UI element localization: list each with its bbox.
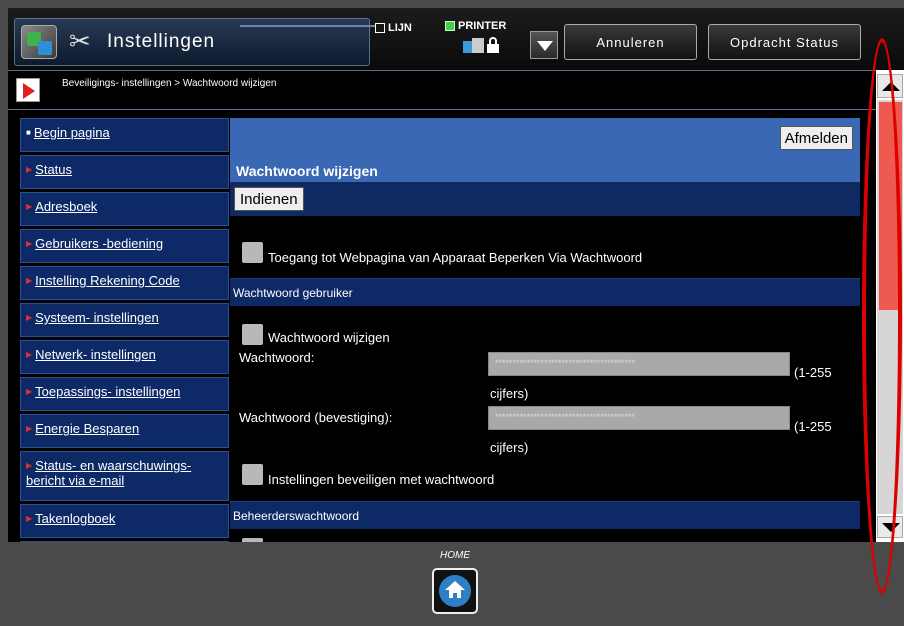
sidebar-item-system-settings[interactable]: ▶ Systeem- instellingen	[20, 303, 229, 337]
line-status-label: LIJN	[388, 22, 412, 34]
submit-button[interactable]: Indienen	[234, 187, 304, 211]
protect-settings-label: Instellingen beveiligen met wachtwoord	[268, 472, 495, 487]
sidebar-item-energy-save[interactable]: ▶ Energie Besparen	[20, 414, 229, 448]
lock-icon	[486, 37, 500, 53]
content-header: Afmelden Wachtwoord wijzigen	[230, 118, 860, 182]
password-hint-unit: cijfers)	[490, 386, 529, 401]
main-content: Afmelden Wachtwoord wijzigen Indienen To…	[230, 118, 876, 542]
sidebar-item-network-settings[interactable]: ▶ Netwerk- instellingen	[20, 340, 229, 374]
confirm-password-label: Wachtwoord (bevestiging):	[239, 410, 393, 425]
confirm-password-hint-unit: cijfers)	[490, 440, 529, 455]
home-button[interactable]	[432, 568, 478, 614]
logout-button[interactable]: Afmelden	[779, 126, 853, 150]
square-bullet-icon: ■	[26, 128, 31, 137]
sidebar-item-account-code[interactable]: ▶ Instelling Rekening Code	[20, 266, 229, 300]
triangle-bullet-icon: ▶	[26, 165, 33, 174]
breadcrumb-bar: Beveiligings- instellingen > Wachtwoord …	[8, 70, 876, 110]
status-dropdown-button[interactable]	[530, 31, 558, 59]
submit-bar: Indienen	[230, 182, 860, 216]
triangle-bullet-icon: ▶	[26, 313, 33, 322]
sidebar-item-status[interactable]: ▶ Status	[20, 155, 229, 189]
breadcrumb: Beveiligings- instellingen > Wachtwoord …	[62, 78, 277, 89]
triangle-bullet-icon: ▶	[26, 202, 33, 211]
confirm-password-field[interactable]: ****************************************	[488, 406, 790, 430]
tab-stripe	[240, 25, 375, 27]
cancel-button[interactable]: Annuleren	[564, 24, 697, 60]
red-highlight-ellipse	[862, 38, 902, 594]
change-password-checkbox[interactable]	[242, 324, 263, 345]
printer-status: PRINTER	[445, 20, 506, 32]
back-button[interactable]	[16, 78, 40, 102]
printer-status-label: PRINTER	[458, 20, 507, 32]
line-status: LIJN	[375, 22, 412, 34]
triangle-bullet-icon: ▶	[26, 424, 33, 433]
triangle-bullet-icon: ▶	[26, 239, 33, 248]
sidebar-item-email-alerts[interactable]: ▶ Status- en waarschuwings- bericht via e…	[20, 451, 229, 501]
confirm-password-hint: (1-255	[794, 419, 832, 434]
password-field[interactable]: ****************************************	[488, 352, 790, 376]
home-label: HOME	[440, 550, 470, 561]
sidebar-item-more[interactable]	[20, 541, 229, 542]
password-label: Wachtwoord:	[239, 350, 315, 365]
triangle-bullet-icon: ▶	[26, 461, 33, 470]
line-status-checkbox-icon	[375, 23, 385, 33]
sidebar-item-application-settings[interactable]: ▶ Toepassings- instellingen	[20, 377, 229, 411]
app-logo-icon	[21, 25, 57, 59]
header-bar: ✂ Instellingen LIJN PRINTER Annuleren Op…	[8, 8, 904, 70]
admin-password-section-header: Beheerderswachtwoord	[230, 501, 860, 529]
sidebar-item-home[interactable]: ■ Begin pagina	[20, 118, 229, 152]
password-hint: (1-255	[794, 365, 832, 380]
triangle-bullet-icon: ▶	[26, 276, 33, 285]
sidebar-item-user-control[interactable]: ▶ Gebruikers -bediening	[20, 229, 229, 263]
wrench-screwdriver-icon: ✂	[69, 27, 91, 57]
change-password-label: Wachtwoord wijzigen	[268, 330, 390, 345]
home-icon	[439, 575, 471, 607]
app-title: Instellingen	[107, 31, 216, 52]
sidebar-item-job-log[interactable]: ▶ Takenlogboek	[20, 504, 229, 538]
printer-status-indicator-icon	[445, 21, 455, 31]
restrict-access-label: Toegang tot Webpagina van Apparaat Beper…	[268, 250, 643, 265]
app-title-tab: ✂ Instellingen	[14, 18, 375, 66]
triangle-bullet-icon: ▶	[26, 387, 33, 396]
triangle-bullet-icon: ▶	[26, 350, 33, 359]
protect-settings-checkbox[interactable]	[242, 464, 263, 485]
play-arrow-icon	[23, 83, 35, 99]
printer-icon	[463, 38, 485, 54]
restrict-access-checkbox[interactable]	[242, 242, 263, 263]
chevron-down-icon	[537, 41, 553, 51]
device-screen: ✂ Instellingen LIJN PRINTER Annuleren Op…	[8, 8, 904, 542]
user-password-section-header: Wachtwoord gebruiker	[230, 278, 860, 306]
page-title: Wachtwoord wijzigen	[236, 163, 378, 179]
job-status-button[interactable]: Opdracht Status	[708, 24, 861, 60]
admin-password-checkbox[interactable]	[242, 538, 263, 542]
triangle-bullet-icon: ▶	[26, 514, 33, 523]
sidebar-nav: ■ Begin pagina ▶ Status ▶ Adresboek ▶ Gebrui…	[20, 118, 230, 542]
sidebar-item-address-book[interactable]: ▶ Adresboek	[20, 192, 229, 226]
